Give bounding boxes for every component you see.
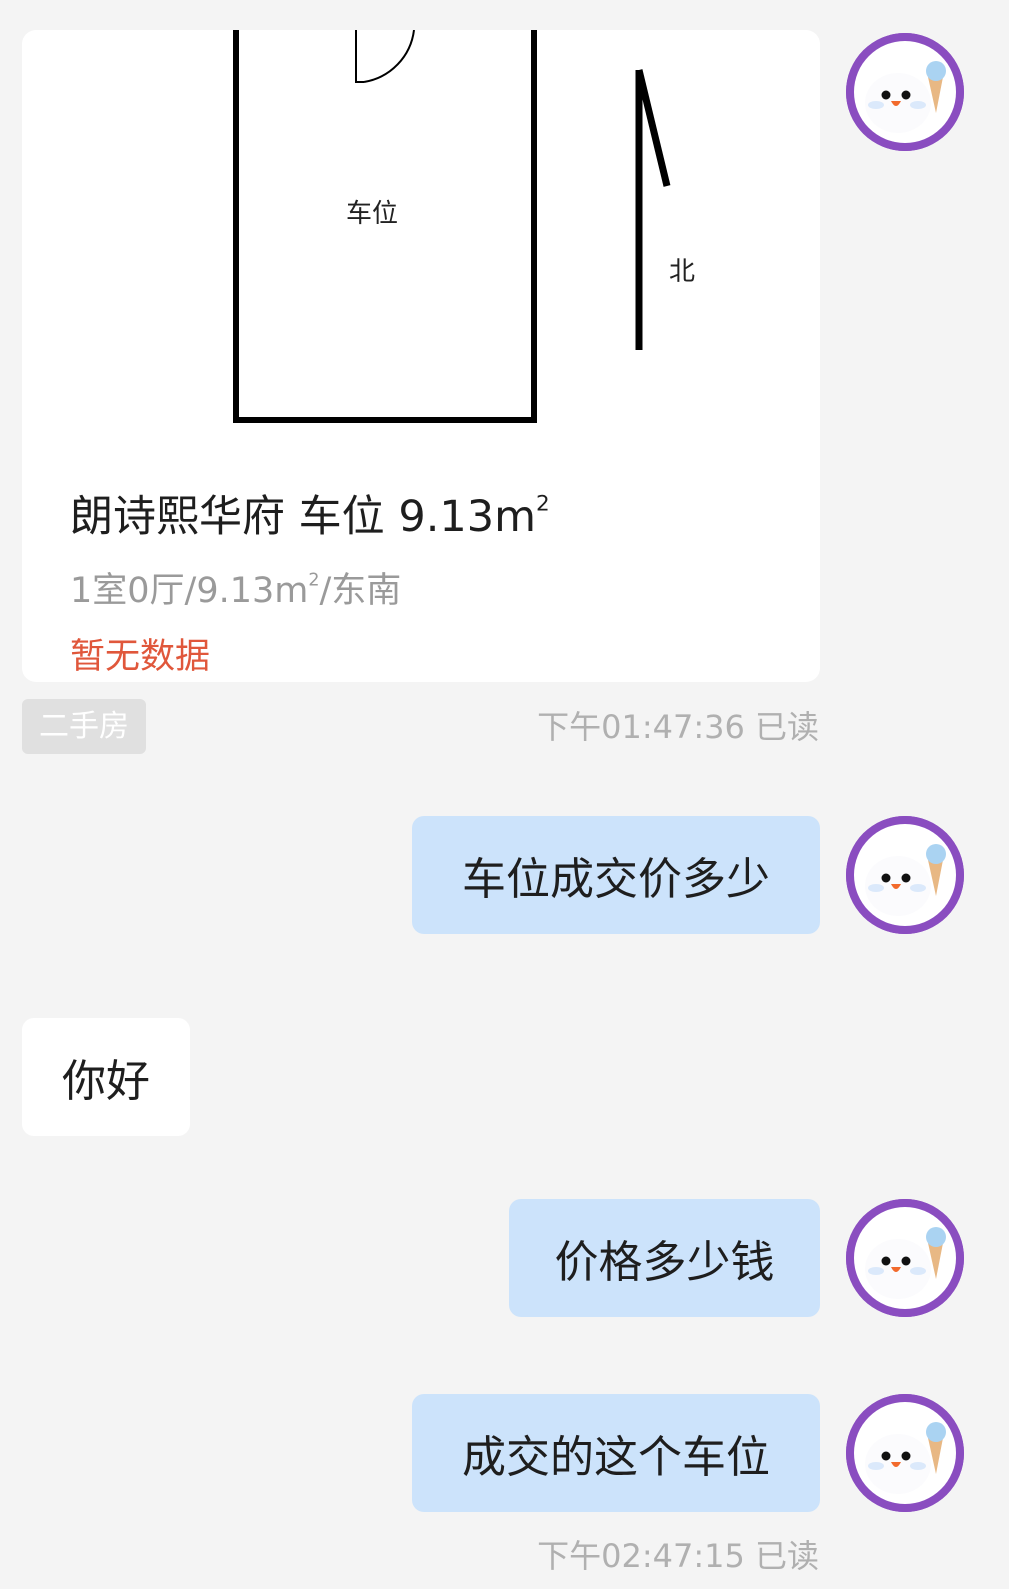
north-label: 北 — [669, 257, 695, 287]
avatar[interactable] — [846, 1394, 964, 1512]
listing-title: 朗诗熙华府 车位 9.13m2 — [70, 491, 550, 542]
plan-space-label: 车位 — [346, 199, 398, 229]
message-bubble-received[interactable]: 你好 — [22, 1018, 190, 1136]
listing-specs: 1室0厅/9.13m2/东南 — [70, 570, 402, 611]
message-bubble-sent[interactable]: 价格多少钱 — [509, 1199, 820, 1317]
ghost-avatar-icon — [846, 1394, 964, 1512]
timestamp: 下午01:47:36 已读 — [537, 708, 819, 746]
avatar[interactable] — [846, 816, 964, 934]
message-bubble-sent[interactable]: 车位成交价多少 — [412, 816, 820, 934]
ghost-avatar-icon — [846, 33, 964, 151]
message-bubble-sent[interactable]: 成交的这个车位 — [412, 1394, 820, 1512]
listing-type-tag: 二手房 — [22, 699, 146, 754]
floor-plan-image: 车位 北 — [233, 30, 695, 423]
avatar[interactable] — [846, 1199, 964, 1317]
ghost-avatar-icon — [846, 816, 964, 934]
ghost-avatar-icon — [846, 1199, 964, 1317]
avatar[interactable] — [846, 33, 964, 151]
timestamp: 下午02:47:15 已读 — [537, 1537, 819, 1575]
listing-card[interactable]: 车位 北 朗诗熙华府 车位 9.13m2 1室0厅/9.13m2/东南 暂无数据 — [22, 30, 820, 682]
listing-price: 暂无数据 — [70, 637, 211, 677]
